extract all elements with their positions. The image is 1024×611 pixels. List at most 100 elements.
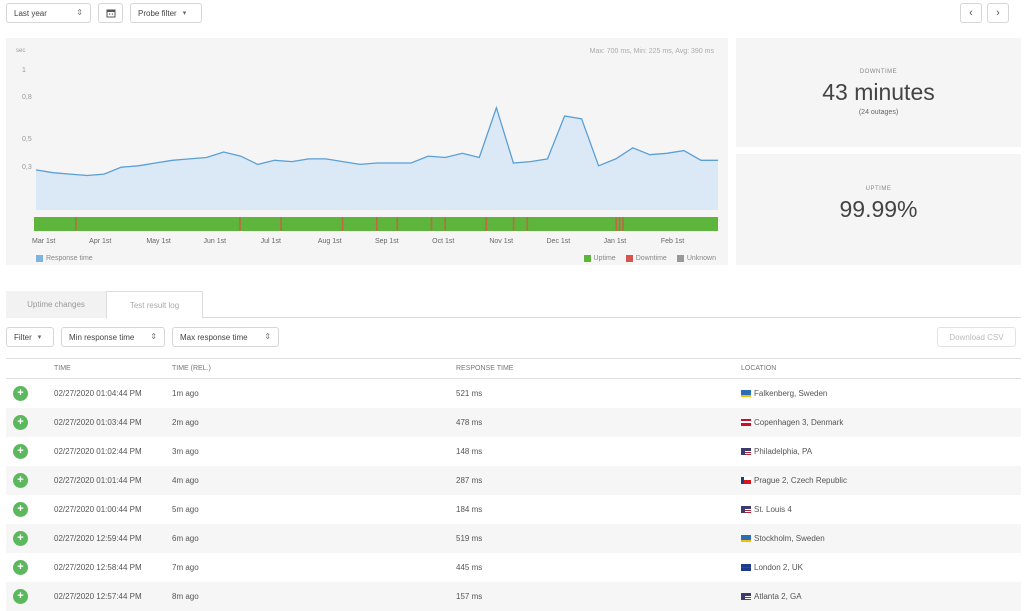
min-response-time-label: Min response time [69, 333, 134, 342]
test-result-table: TIME TIME (REL.) RESPONSE TIME LOCATION … [6, 358, 1021, 611]
flag-us-icon [741, 506, 751, 513]
downtime-value: 43 minutes [736, 79, 1021, 106]
x-tick-label: Dec 1st [547, 238, 571, 245]
status-up-icon: + [13, 415, 28, 430]
downtime-marker [619, 217, 621, 231]
probe-filter-dropdown[interactable]: Probe filter ▾ [130, 3, 202, 23]
x-tick-label: Aug 1st [318, 238, 342, 245]
uptime-label: UPTIME [736, 186, 1021, 192]
table-row[interactable]: +02/27/2020 01:04:44 PM1m ago521 msFalke… [6, 379, 1021, 408]
table-row[interactable]: +02/27/2020 12:57:44 PM8m ago157 msAtlan… [6, 582, 1021, 611]
x-tick-label: Jun 1st [204, 238, 227, 245]
y-axis-unit: sec [16, 48, 25, 54]
row-response-time: 148 ms [456, 447, 482, 456]
legend-swatch [677, 255, 684, 262]
downtime-label: DOWNTIME [736, 69, 1021, 75]
calendar-icon [106, 8, 116, 18]
row-location: Philadelphia, PA [741, 447, 812, 456]
status-up-icon: + [13, 444, 28, 459]
row-location-label: Stockholm, Sweden [754, 534, 825, 543]
select-arrows-icon: ⇕ [150, 333, 157, 341]
downtime-marker [615, 217, 617, 231]
max-response-time-select[interactable]: Max response time ⇕ [172, 327, 279, 347]
flag-dk-icon [741, 419, 751, 426]
table-row[interactable]: +02/27/2020 12:59:44 PM6m ago519 msStock… [6, 524, 1021, 553]
y-tick-label: 1 [22, 67, 26, 74]
min-response-time-select[interactable]: Min response time ⇕ [61, 327, 165, 347]
x-tick-label: Nov 1st [489, 238, 513, 245]
row-location-label: Copenhagen 3, Denmark [754, 418, 843, 427]
table-row[interactable]: +02/27/2020 01:01:44 PM4m ago287 msPragu… [6, 466, 1021, 495]
row-location: Stockholm, Sweden [741, 534, 825, 543]
row-location: Prague 2, Czech Republic [741, 476, 847, 485]
row-time-rel: 2m ago [172, 418, 199, 427]
row-location-label: London 2, UK [754, 563, 803, 572]
previous-period-button[interactable]: ‹ [960, 3, 982, 23]
max-response-time-label: Max response time [180, 333, 248, 342]
x-tick-label: Sep 1st [375, 238, 399, 245]
row-location: Falkenberg, Sweden [741, 389, 827, 398]
row-time-rel: 3m ago [172, 447, 199, 456]
table-header: TIME TIME (REL.) RESPONSE TIME LOCATION [6, 358, 1021, 379]
row-time: 02/27/2020 12:57:44 PM [54, 592, 142, 601]
row-location-label: Falkenberg, Sweden [754, 389, 827, 398]
row-location: Atlanta 2, GA [741, 592, 802, 601]
legend-response-time: Response time [36, 255, 93, 262]
next-period-button[interactable]: › [987, 3, 1009, 23]
x-tick-label: Jul 1st [261, 238, 281, 245]
chart-canvas [6, 38, 728, 265]
table-row[interactable]: +02/27/2020 12:58:44 PM7m ago445 msLondo… [6, 553, 1021, 582]
column-header-time-rel: TIME (REL.) [172, 365, 211, 372]
row-time-rel: 4m ago [172, 476, 199, 485]
status-up-icon: + [13, 560, 28, 575]
legend-label: Unknown [687, 255, 716, 262]
tab-uptime-changes[interactable]: Uptime changes [6, 291, 106, 318]
row-time-rel: 8m ago [172, 592, 199, 601]
table-row[interactable]: +02/27/2020 01:03:44 PM 2m ago 478 ms Copen… [6, 408, 1021, 437]
row-response-time: 519 ms [456, 534, 482, 543]
column-header-time: TIME [54, 365, 71, 372]
column-header-location: LOCATION [741, 365, 776, 372]
row-response-time: 184 ms [456, 505, 482, 514]
row-location-label: St. Louis 4 [754, 505, 792, 514]
filter-label: Filter [14, 333, 32, 342]
uptime-card: UPTIME 99.99% [736, 154, 1021, 265]
row-response-time: 445 ms [456, 563, 482, 572]
x-tick-label: Mar 1st [32, 238, 55, 245]
legend-item: Downtime [626, 255, 667, 262]
row-response-time: 521 ms [456, 389, 482, 398]
row-response-time: 478 ms [456, 418, 482, 427]
caret-down-icon: ▾ [38, 333, 42, 341]
flag-uk-icon [741, 564, 751, 571]
toolbar: Last year ⇕ Probe filter ▾ ‹ › [0, 0, 1024, 26]
calendar-button[interactable] [98, 3, 123, 23]
x-tick-label: Feb 1st [661, 238, 684, 245]
x-tick-label: Apr 1st [89, 238, 111, 245]
row-time: 02/27/2020 01:02:44 PM [54, 447, 142, 456]
y-tick-label: 0,3 [22, 164, 32, 171]
downtime-marker [342, 217, 344, 231]
legend-swatch [36, 255, 43, 262]
select-arrows-icon: ⇕ [76, 9, 83, 17]
download-csv-button[interactable]: Download CSV [937, 327, 1016, 347]
tab-bar: Uptime changes Test result log [6, 291, 1021, 318]
x-tick-label: May 1st [146, 238, 171, 245]
row-time: 02/27/2020 01:03:44 PM [54, 418, 142, 427]
legend-swatch [584, 255, 591, 262]
row-time: 02/27/2020 12:58:44 PM [54, 563, 142, 572]
filter-dropdown[interactable]: Filter ▾ [6, 327, 54, 347]
row-time-rel: 1m ago [172, 389, 199, 398]
legend-status: UptimeDowntimeUnknown [574, 255, 717, 262]
table-row[interactable]: +02/27/2020 01:00:44 PM5m ago184 msSt. L… [6, 495, 1021, 524]
table-row[interactable]: +02/27/2020 01:02:44 PM 3m ago 148 ms Phila… [6, 437, 1021, 466]
downtime-marker [239, 217, 241, 231]
caret-down-icon: ▾ [183, 9, 187, 17]
row-time: 02/27/2020 01:00:44 PM [54, 505, 142, 514]
x-tick-label: Jan 1st [604, 238, 627, 245]
period-select[interactable]: Last year ⇕ [6, 3, 91, 23]
chevron-right-icon: › [996, 7, 1000, 19]
tab-test-result-log[interactable]: Test result log [106, 291, 203, 319]
x-tick-label: Oct 1st [432, 238, 454, 245]
status-up-icon: + [13, 531, 28, 546]
downtime-marker [485, 217, 487, 231]
